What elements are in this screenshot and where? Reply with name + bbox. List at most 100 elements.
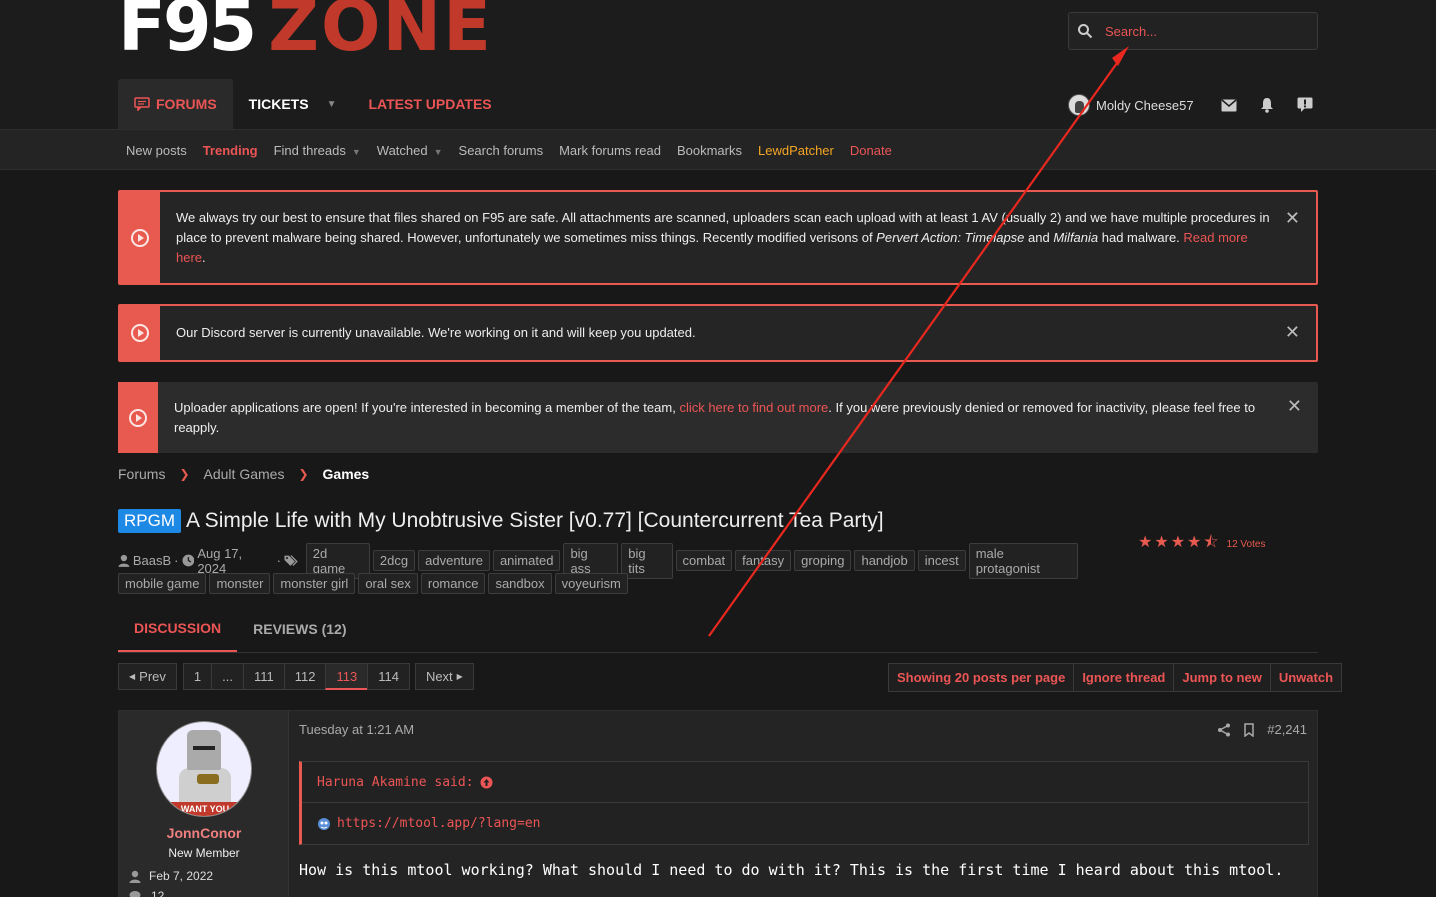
tag-monster-girl[interactable]: monster girl (273, 573, 356, 594)
tag-voyeurism[interactable]: voyeurism (554, 573, 628, 594)
thread-title-text: A Simple Life with My Unobtrusive Sister… (186, 509, 884, 532)
unwatch-button[interactable]: Unwatch (1269, 663, 1343, 692)
subnav-lewdpatcher[interactable]: LewdPatcher (758, 143, 834, 158)
tab-forums[interactable]: FORUMS (118, 79, 233, 129)
ignore-thread-button[interactable]: Ignore thread (1073, 663, 1175, 692)
tab-tickets[interactable]: TICKETS ▼ (233, 79, 353, 129)
tab-latest-updates[interactable]: LATEST UPDATES (352, 79, 507, 129)
tag-handjob[interactable]: handjob (854, 550, 915, 571)
thread-meta: BaasB · Aug 17, 2024 · 2d game 2dcg advent… (118, 542, 1078, 595)
close-icon[interactable]: ✕ (1287, 396, 1302, 417)
tag-oral-sex[interactable]: oral sex (358, 573, 418, 594)
tab-reviews[interactable]: REVIEWS (12) (237, 606, 362, 652)
tab-tickets-label: TICKETS (248, 96, 309, 112)
jump-to-new-button[interactable]: Jump to new (1173, 663, 1271, 692)
avatar[interactable]: WANT YOU (156, 721, 252, 817)
clock-icon (181, 554, 194, 567)
avatar-visor (193, 746, 215, 750)
envelope-icon[interactable] (1210, 98, 1248, 112)
separator: · (174, 553, 179, 568)
subnav-mark-read[interactable]: Mark forums read (559, 143, 661, 158)
tag-romance[interactable]: romance (420, 573, 486, 594)
votes-count: 12 Votes (1226, 539, 1266, 550)
pagination: ◀ Prev 1 ... 111 112 113 114 Next ▶ (118, 663, 474, 690)
page-111[interactable]: 111 (242, 663, 285, 690)
tab-forums-label: FORUMS (156, 96, 217, 112)
chevron-right-icon: ❯ (298, 467, 309, 481)
tag-animated[interactable]: animated (492, 550, 561, 571)
notice-text: Uploader applications are open! If you'r… (174, 400, 680, 415)
thread-rating[interactable]: ★★★★⯪ 12 Votes (1138, 531, 1265, 558)
prev-page-button[interactable]: ◀ Prev (118, 663, 177, 690)
tag-2dcg[interactable]: 2dcg (372, 550, 416, 571)
tag-incest[interactable]: incest (917, 550, 966, 571)
play-circle-icon (129, 408, 147, 427)
author-name[interactable]: BaasB (133, 553, 171, 568)
breadcrumb-adult-games[interactable]: Adult Games (204, 466, 285, 482)
tag-groping[interactable]: groping (794, 550, 852, 571)
next-page-button[interactable]: Next ▶ (414, 663, 474, 690)
comments-icon (129, 891, 141, 897)
notice-game-2: Milfania (1053, 230, 1099, 245)
post-date[interactable]: Tuesday at 1:21 AM (299, 722, 414, 737)
search-box[interactable] (1068, 12, 1318, 50)
close-icon[interactable]: ✕ (1285, 208, 1300, 229)
close-icon[interactable]: ✕ (1285, 322, 1300, 343)
tag-monster[interactable]: monster (209, 573, 271, 594)
tag-sandbox[interactable]: sandbox (488, 573, 552, 594)
bell-icon[interactable] (1248, 97, 1286, 113)
page-1[interactable]: 1 (182, 663, 213, 690)
user-avatar[interactable] (1068, 94, 1090, 116)
thread-actions: Showing 20 posts per page Ignore thread … (888, 663, 1343, 692)
tag-combat[interactable]: combat (675, 550, 733, 571)
subnav-find-threads[interactable]: Find threads ▼ (274, 143, 361, 158)
tab-discussion[interactable]: DISCUSSION (118, 606, 238, 652)
prev-label: Prev (139, 669, 166, 684)
posts-per-page-button[interactable]: Showing 20 posts per page (888, 663, 1075, 692)
subnav-find-threads-label: Find threads (273, 142, 346, 158)
post-username[interactable]: JonnConor (119, 825, 289, 841)
share-icon[interactable] (1217, 723, 1231, 737)
site-header: F95 ZONE FORUMS TICKETS ▼ LATEST UPDATES… (0, 0, 1436, 129)
chevron-down-icon[interactable]: ▼ (327, 99, 337, 110)
notice-discord: Our Discord server is currently unavaila… (118, 304, 1318, 362)
quote-block: Haruna Akamine said: https://mtool.app/?… (299, 761, 1309, 845)
chevron-down-icon[interactable]: ▼ (352, 147, 361, 157)
page-114[interactable]: 114 (367, 663, 410, 690)
play-circle-icon (131, 324, 149, 342)
chevron-left-icon: ◀ (129, 672, 136, 681)
subnav-trending[interactable]: Trending (203, 143, 258, 158)
page-jump-ellipsis[interactable]: ... (211, 663, 244, 690)
subnav-new-posts[interactable]: New posts (126, 143, 187, 158)
tag-adventure[interactable]: adventure (418, 550, 490, 571)
search-input[interactable] (1105, 23, 1305, 39)
arrow-up-circle-icon[interactable] (480, 776, 493, 789)
post-controls: #2,241 (1217, 722, 1307, 737)
page-112[interactable]: 112 (283, 663, 327, 690)
tag-big-tits[interactable]: big tits (621, 542, 673, 579)
avatar-gun (197, 774, 219, 784)
prefix-badge[interactable]: RPGM (118, 509, 181, 533)
conversation-alert-icon[interactable] (1286, 97, 1324, 113)
subnav-watched-label: Watched (376, 142, 428, 158)
site-logo[interactable]: F95 ZONE (118, 0, 493, 61)
bookmark-icon[interactable] (1243, 722, 1255, 737)
tag-fantasy[interactable]: fantasy (735, 550, 792, 571)
page-113[interactable]: 113 (325, 663, 369, 690)
find-out-more-link[interactable]: click here to find out more (679, 400, 828, 415)
notice-malware: We always try our best to ensure that fi… (118, 190, 1318, 285)
post-number[interactable]: #2,241 (1267, 722, 1307, 737)
quote-link[interactable]: https://mtool.app/?lang=en (337, 816, 541, 831)
avatar-banner: WANT YOU (157, 802, 251, 816)
subnav-watched[interactable]: Watched ▼ (377, 143, 443, 158)
tag-mobile-game[interactable]: mobile game (118, 573, 207, 594)
chevron-down-icon[interactable]: ▼ (434, 147, 443, 157)
quote-header[interactable]: Haruna Akamine said: (302, 762, 1308, 803)
subnav-donate[interactable]: Donate (850, 143, 892, 158)
username[interactable]: Moldy Cheese57 (1096, 98, 1194, 113)
breadcrumb-games[interactable]: Games (323, 466, 370, 482)
tag-male-protagonist[interactable]: male protagonist (968, 542, 1078, 579)
subnav-bookmarks[interactable]: Bookmarks (677, 143, 742, 158)
subnav-search-forums[interactable]: Search forums (459, 143, 544, 158)
breadcrumb-forums[interactable]: Forums (118, 466, 165, 482)
